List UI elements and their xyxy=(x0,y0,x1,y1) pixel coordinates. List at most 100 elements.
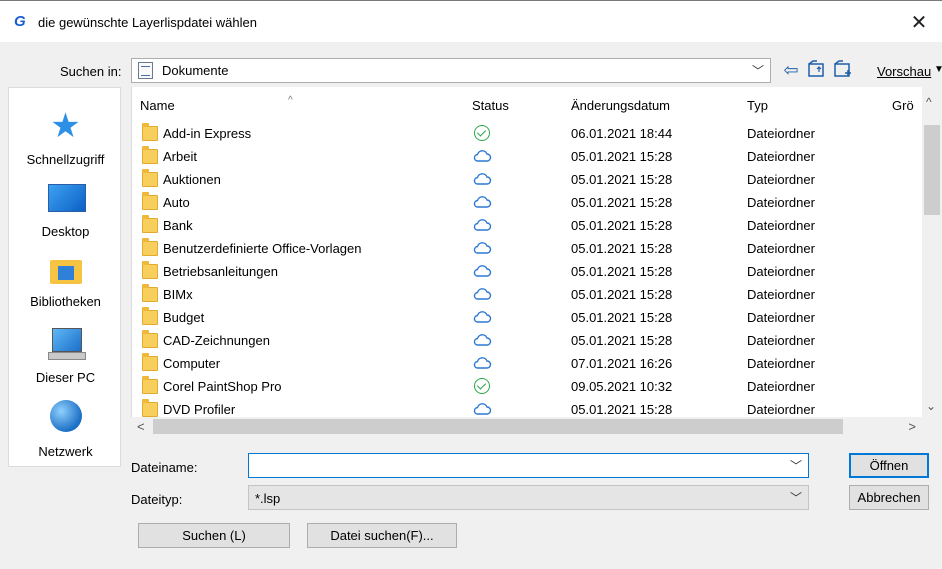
scrollbar-thumb[interactable] xyxy=(153,419,843,434)
file-name: Betriebsanleitungen xyxy=(163,264,278,279)
file-row[interactable]: Arbeit 05.01.2021 15:28 Dateiordner xyxy=(132,145,922,168)
file-name: Corel PaintShop Pro xyxy=(163,379,282,394)
library-icon xyxy=(46,248,86,288)
file-date: 05.01.2021 15:28 xyxy=(571,172,673,187)
file-status xyxy=(472,169,492,189)
column-header-type[interactable]: Typ xyxy=(747,98,768,113)
up-folder-icon[interactable] xyxy=(806,60,828,80)
file-status xyxy=(472,399,492,419)
view-dropdown-arrow-icon[interactable]: ▼ xyxy=(934,64,942,75)
file-name: Auto xyxy=(163,195,190,210)
filetype-dropdown[interactable]: *.lsp ﹀ xyxy=(248,485,809,510)
file-row[interactable]: Add-in Express 06.01.2021 18:44 Dateiordne… xyxy=(132,122,922,145)
folder-icon xyxy=(142,261,158,279)
file-row[interactable]: Auto 05.01.2021 15:28 Dateiordner xyxy=(132,191,922,214)
file-status xyxy=(472,261,492,281)
new-folder-icon[interactable] xyxy=(832,60,854,80)
file-date: 07.01.2021 16:26 xyxy=(571,356,673,371)
scrollbar-thumb[interactable] xyxy=(924,125,940,215)
file-row[interactable]: BIMx 05.01.2021 15:28 Dateiordner xyxy=(132,283,922,306)
file-status xyxy=(472,146,492,166)
find-file-button[interactable]: Datei suchen(F)... xyxy=(307,523,457,548)
filetype-label: Dateityp: xyxy=(131,492,183,507)
file-name: DVD Profiler xyxy=(163,402,236,417)
scroll-left-icon[interactable]: < xyxy=(137,419,145,434)
column-header-date[interactable]: Änderungsdatum xyxy=(571,98,670,113)
horizontal-scrollbar[interactable]: < > xyxy=(131,417,922,436)
file-status xyxy=(472,284,492,304)
place-desktop[interactable]: Desktop xyxy=(9,178,122,239)
file-type: Dateiordner xyxy=(747,333,815,348)
file-row[interactable]: Computer 07.01.2021 16:26 Dateiordner xyxy=(132,352,922,375)
folder-icon xyxy=(142,399,158,417)
place-this-pc[interactable]: Dieser PC xyxy=(9,324,122,385)
sync-ok-icon xyxy=(474,125,490,141)
chevron-down-icon[interactable]: ﹀ xyxy=(790,457,802,474)
column-header-size[interactable]: Grö xyxy=(892,98,914,113)
star-icon: ★ xyxy=(50,107,81,145)
file-date: 05.01.2021 15:28 xyxy=(571,310,673,325)
vertical-scrollbar[interactable]: ^ ⌄ xyxy=(922,87,942,417)
scroll-right-icon[interactable]: > xyxy=(908,419,916,434)
place-label: Netzwerk xyxy=(38,444,93,459)
file-row[interactable]: Auktionen 05.01.2021 15:28 Dateiordner xyxy=(132,168,922,191)
open-button[interactable]: Öffnen xyxy=(849,453,929,478)
place-quick-access[interactable]: ★ Schnellzugriff xyxy=(9,106,122,167)
cancel-button[interactable]: Abbrechen xyxy=(849,485,929,510)
file-status xyxy=(472,376,492,396)
column-header-name[interactable]: Name ^ xyxy=(140,95,293,113)
file-type: Dateiordner xyxy=(747,310,815,325)
file-status xyxy=(472,238,492,258)
scroll-up-icon[interactable]: ^ xyxy=(926,95,932,109)
sort-ascending-icon: ^ xyxy=(288,95,293,106)
file-type: Dateiordner xyxy=(747,287,815,302)
folder-icon xyxy=(142,123,158,141)
file-row[interactable]: Budget 05.01.2021 15:28 Dateiordner xyxy=(132,306,922,329)
folder-icon xyxy=(142,238,158,256)
filename-input[interactable]: ﹀ xyxy=(248,453,809,478)
file-status xyxy=(472,215,492,235)
scroll-down-icon[interactable]: ⌄ xyxy=(926,399,936,413)
folder-icon xyxy=(142,146,158,164)
folder-icon xyxy=(142,169,158,187)
scrollbar-corner xyxy=(922,417,942,436)
file-status xyxy=(472,330,492,350)
chevron-down-icon[interactable]: ﹀ xyxy=(790,489,802,506)
place-libraries[interactable]: Bibliotheken xyxy=(9,248,122,309)
file-date: 05.01.2021 15:28 xyxy=(571,402,673,417)
file-name: Budget xyxy=(163,310,205,325)
folder-icon xyxy=(142,353,158,371)
place-network[interactable]: Netzwerk xyxy=(9,398,122,459)
close-button[interactable]: ✕ xyxy=(896,1,942,43)
folder-icon xyxy=(142,192,158,210)
desktop-icon xyxy=(46,178,86,218)
column-header-status[interactable]: Status xyxy=(472,98,509,113)
documents-folder-icon xyxy=(138,62,153,79)
file-status xyxy=(472,353,492,373)
view-menu-button[interactable]: Vorschau xyxy=(877,64,931,79)
file-name: BIMx xyxy=(163,287,193,302)
file-name: Auktionen xyxy=(163,172,221,187)
chevron-down-icon[interactable]: ﹀ xyxy=(752,62,764,79)
search-button[interactable]: Suchen (L) xyxy=(138,523,290,548)
file-row[interactable]: Bank 05.01.2021 15:28 Dateiordner xyxy=(132,214,922,237)
file-row[interactable]: Corel PaintShop Pro 09.05.2021 10:32 Datei… xyxy=(132,375,922,398)
file-date: 05.01.2021 15:28 xyxy=(571,241,673,256)
place-label: Dieser PC xyxy=(35,370,96,385)
file-date: 05.01.2021 15:28 xyxy=(571,218,673,233)
file-row[interactable]: CAD-Zeichnungen 05.01.2021 15:28 Dateiordn… xyxy=(132,329,922,352)
file-type: Dateiordner xyxy=(747,356,815,371)
place-label: Schnellzugriff xyxy=(26,152,105,167)
file-name: Add-in Express xyxy=(163,126,252,141)
file-name: Bank xyxy=(163,218,193,233)
file-type: Dateiordner xyxy=(747,149,815,164)
app-logo-icon: G xyxy=(14,13,26,30)
file-date: 06.01.2021 18:44 xyxy=(571,126,673,141)
file-name: Computer xyxy=(163,356,221,371)
file-row[interactable]: Betriebsanleitungen 05.01.2021 15:28 Datei… xyxy=(132,260,922,283)
look-in-dropdown[interactable]: Dokumente ﹀ xyxy=(131,58,771,83)
file-row[interactable]: Benutzerdefinierte Office-Vorlagen 05.01.… xyxy=(132,237,922,260)
back-arrow-icon[interactable]: ⇦ xyxy=(780,60,802,80)
file-status xyxy=(472,123,492,143)
filename-label: Dateiname: xyxy=(131,460,198,475)
